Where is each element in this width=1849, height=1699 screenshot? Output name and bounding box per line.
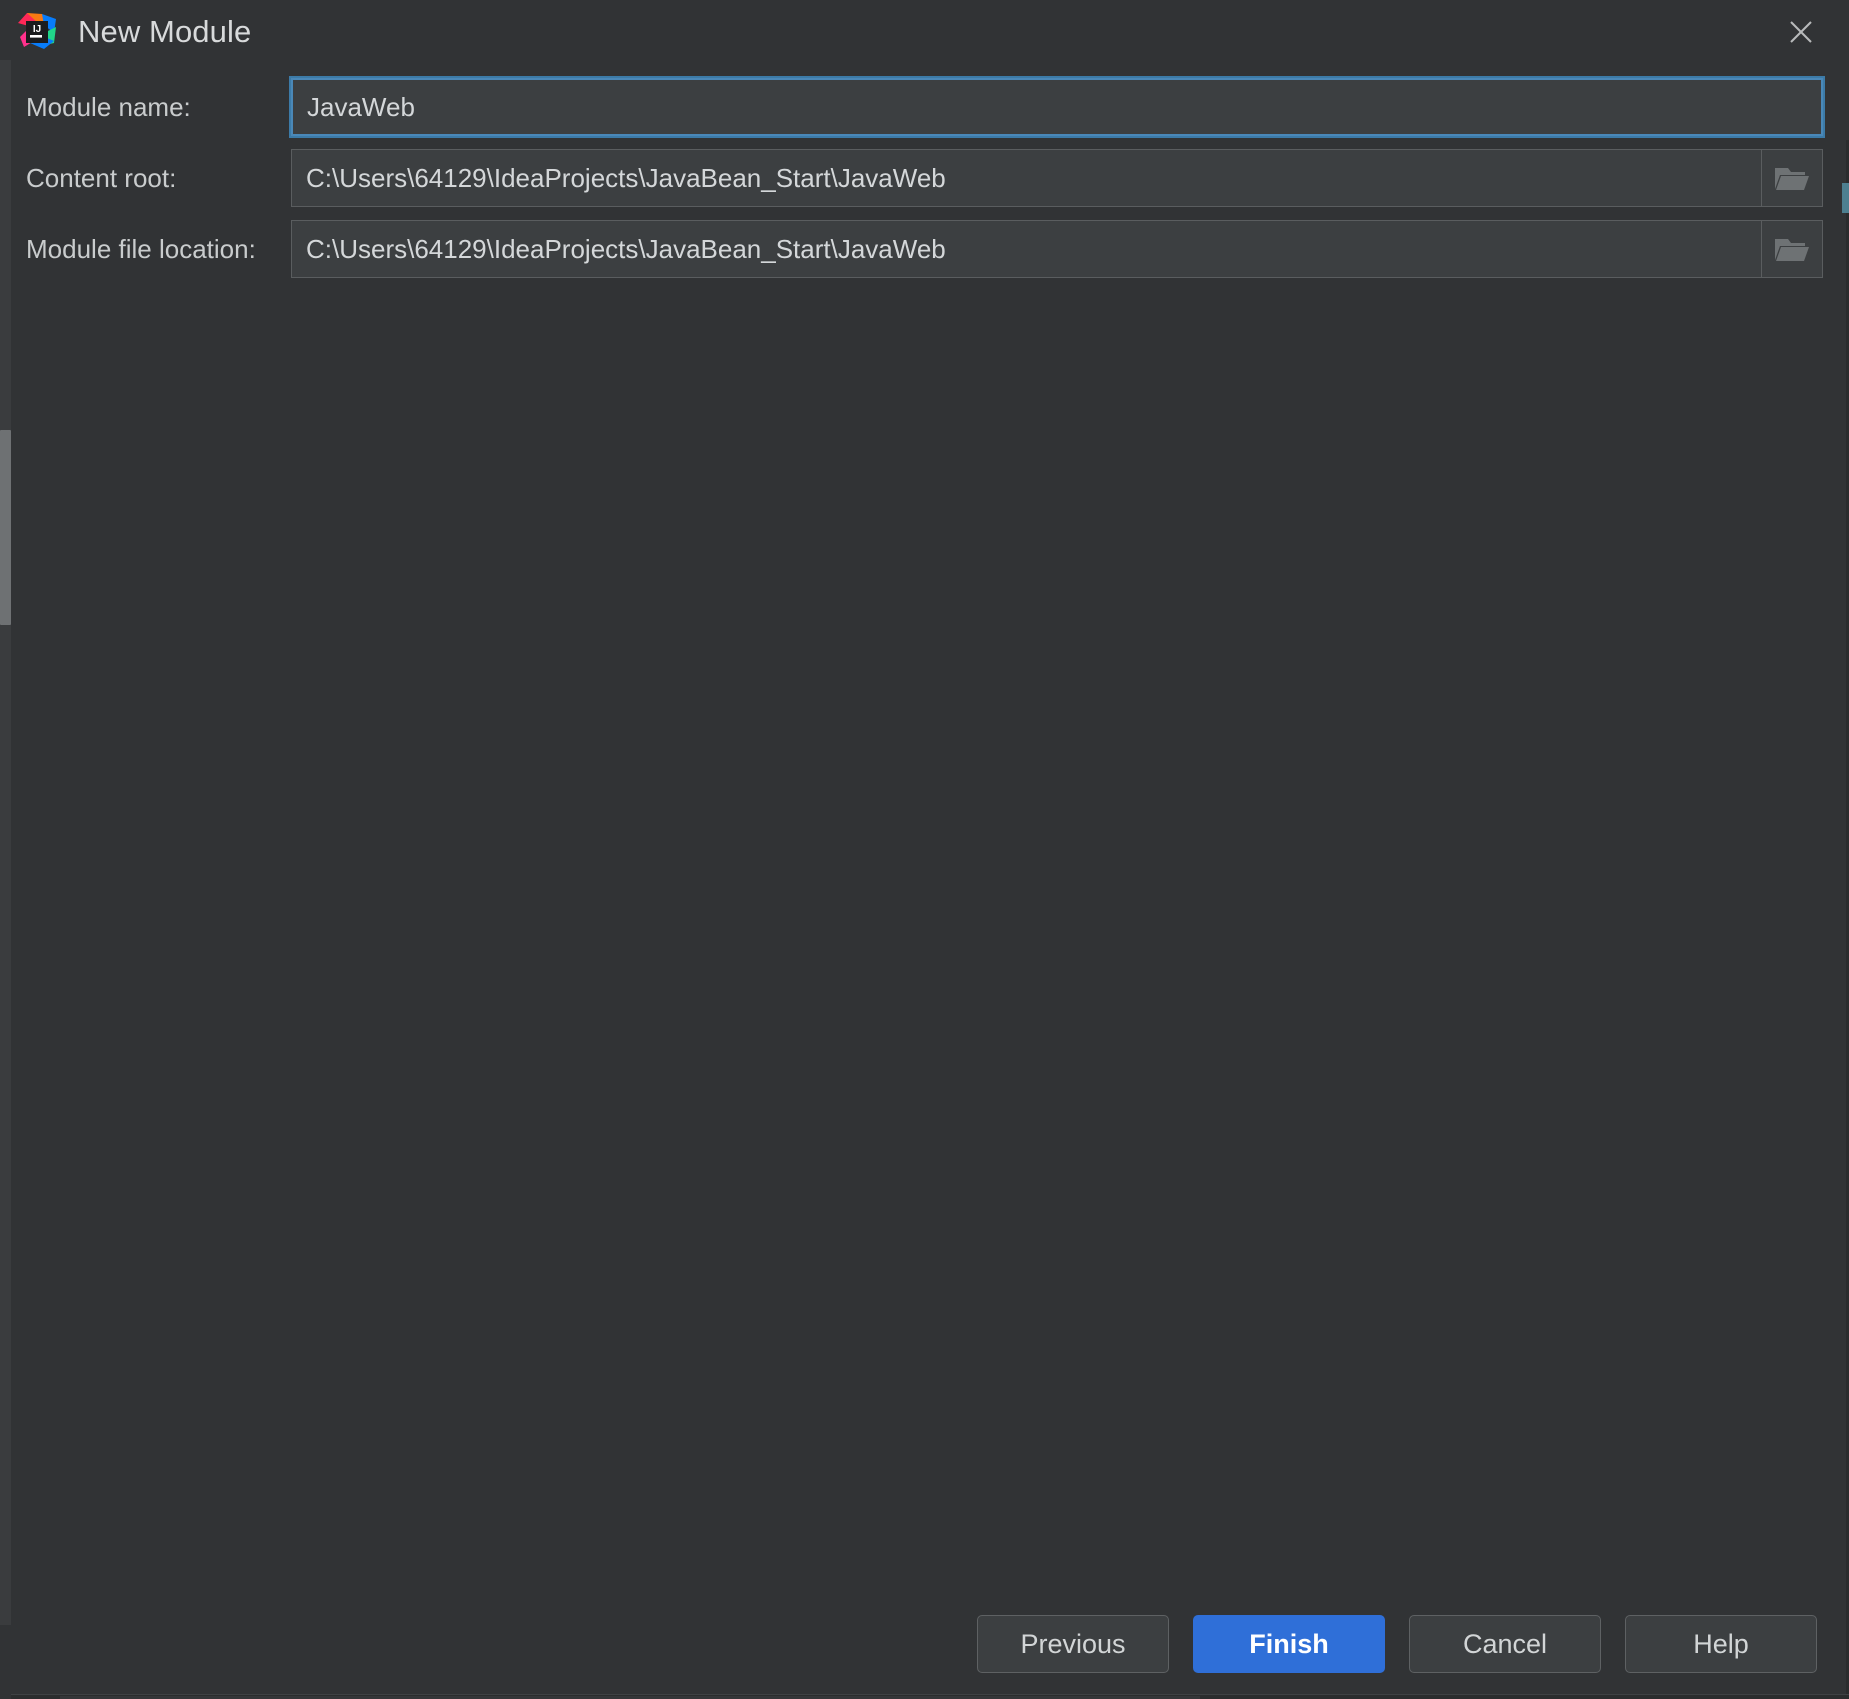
row-module-name: Module name: bbox=[26, 78, 1823, 136]
module-name-field-wrap bbox=[291, 78, 1823, 136]
left-scrollbar-top-gap bbox=[0, 0, 11, 60]
content-root-field-wrap bbox=[291, 149, 1823, 207]
module-file-location-folder-open-icon[interactable] bbox=[1761, 220, 1823, 278]
right-accent-sliver bbox=[1842, 183, 1849, 213]
content-root-input[interactable] bbox=[291, 149, 1761, 207]
new-module-dialog: IJ New Module Module name: Content root: bbox=[0, 0, 1849, 1699]
module-name-label: Module name: bbox=[26, 94, 291, 120]
row-content-root: Content root: bbox=[26, 149, 1823, 207]
cancel-button[interactable]: Cancel bbox=[1409, 1615, 1601, 1673]
dialog-footer: Previous Finish Cancel Help bbox=[0, 1589, 1849, 1699]
module-file-location-label: Module file location: bbox=[26, 236, 291, 262]
dialog-titlebar: IJ New Module bbox=[0, 0, 1849, 64]
module-name-input[interactable] bbox=[291, 78, 1823, 136]
finish-button[interactable]: Finish bbox=[1193, 1615, 1385, 1673]
module-file-location-field-wrap bbox=[291, 220, 1823, 278]
bottom-edge-strip bbox=[0, 1694, 1849, 1699]
left-scrollbar-thumb[interactable] bbox=[0, 430, 11, 625]
close-icon[interactable] bbox=[1779, 10, 1823, 54]
row-module-file-location: Module file location: bbox=[26, 220, 1823, 278]
dialog-title: New Module bbox=[78, 14, 251, 50]
svg-text:IJ: IJ bbox=[33, 24, 41, 35]
module-file-location-input[interactable] bbox=[291, 220, 1761, 278]
left-scrollbar-track[interactable] bbox=[0, 0, 11, 1699]
form-area: Module name: Content root: bbox=[0, 64, 1849, 1589]
help-button[interactable]: Help bbox=[1625, 1615, 1817, 1673]
intellij-idea-logo-icon: IJ bbox=[18, 13, 56, 51]
content-root-folder-open-icon[interactable] bbox=[1761, 149, 1823, 207]
left-scrollbar-bottom-gap bbox=[0, 1625, 11, 1699]
previous-button[interactable]: Previous bbox=[977, 1615, 1169, 1673]
content-root-label: Content root: bbox=[26, 165, 291, 191]
